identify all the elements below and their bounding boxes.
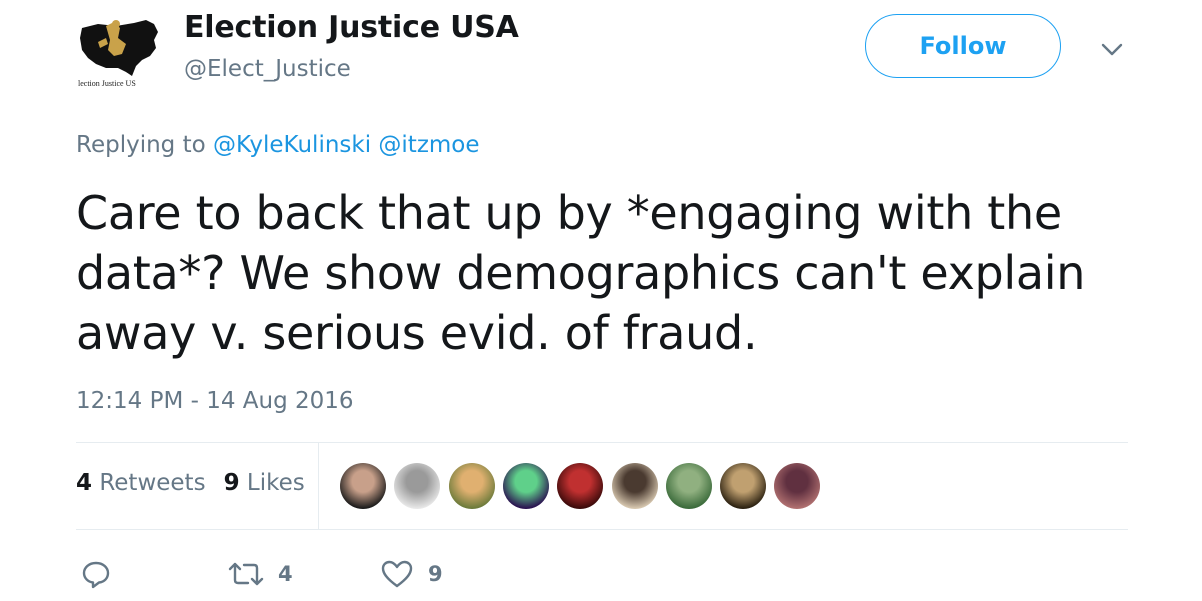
tweet-text-line: data*? We show demographics can't explai…: [76, 246, 1086, 300]
liker-avatar[interactable]: [557, 463, 604, 509]
tweet-text: Care to back that up by *engaging with t…: [76, 183, 1126, 363]
liker-avatar[interactable]: [448, 463, 495, 509]
retweets-count: 4: [76, 470, 93, 496]
like-button[interactable]: 9: [380, 556, 443, 592]
liker-avatar[interactable]: [394, 463, 441, 509]
author-display-name[interactable]: Election Justice USA: [184, 10, 519, 45]
stats-separator: [318, 443, 319, 529]
liker-avatar[interactable]: [340, 463, 386, 509]
reply-context: Replying to @KyleKulinski @itzmoe: [76, 132, 480, 158]
mention-link[interactable]: @KyleKulinski: [213, 132, 371, 158]
reply-button[interactable]: [80, 556, 112, 592]
retweet-count: 4: [278, 562, 293, 586]
like-count: 9: [428, 562, 443, 586]
divider: [76, 442, 1128, 443]
reply-prefix: Replying to: [76, 132, 206, 158]
tweet-text-line: Care to back that up by *engaging with t…: [76, 186, 1062, 240]
follow-button[interactable]: Follow: [865, 14, 1061, 78]
tweet-text-line: away v. serious evid. of fraud.: [76, 306, 758, 360]
chevron-down-icon[interactable]: [1099, 36, 1125, 62]
tweet-card: lection Justice US Election Justice USA …: [0, 0, 1202, 601]
tweet-timestamp[interactable]: 12:14 PM - 14 Aug 2016: [76, 388, 354, 414]
likes-label: Likes: [246, 470, 305, 496]
retweets-label: Retweets: [99, 470, 206, 496]
retweets-stat[interactable]: 4 Retweets: [76, 470, 206, 496]
avatar-caption: lection Justice US: [78, 79, 136, 88]
likes-count: 9: [223, 470, 240, 496]
retweet-button[interactable]: 4: [228, 556, 293, 592]
election-justice-logo: lection Justice US: [78, 20, 158, 88]
divider: [76, 529, 1128, 530]
liker-avatar[interactable]: [502, 463, 549, 509]
author-avatar[interactable]: lection Justice US: [76, 14, 162, 90]
mention-link[interactable]: @itzmoe: [378, 132, 479, 158]
liker-avatar[interactable]: [720, 463, 767, 509]
likes-stat[interactable]: 9 Likes: [224, 470, 305, 496]
tweet-actions: 4 9: [0, 556, 1202, 596]
tweet-stats: 4 Retweets 9 Likes: [76, 470, 305, 496]
liker-avatar[interactable]: [774, 463, 821, 509]
retweet-icon: [228, 562, 264, 586]
liker-avatar[interactable]: [611, 463, 658, 509]
reply-icon: [82, 561, 110, 589]
liker-avatar[interactable]: [665, 463, 712, 509]
heart-icon: [381, 560, 413, 588]
author-handle[interactable]: @Elect_Justice: [184, 56, 351, 82]
